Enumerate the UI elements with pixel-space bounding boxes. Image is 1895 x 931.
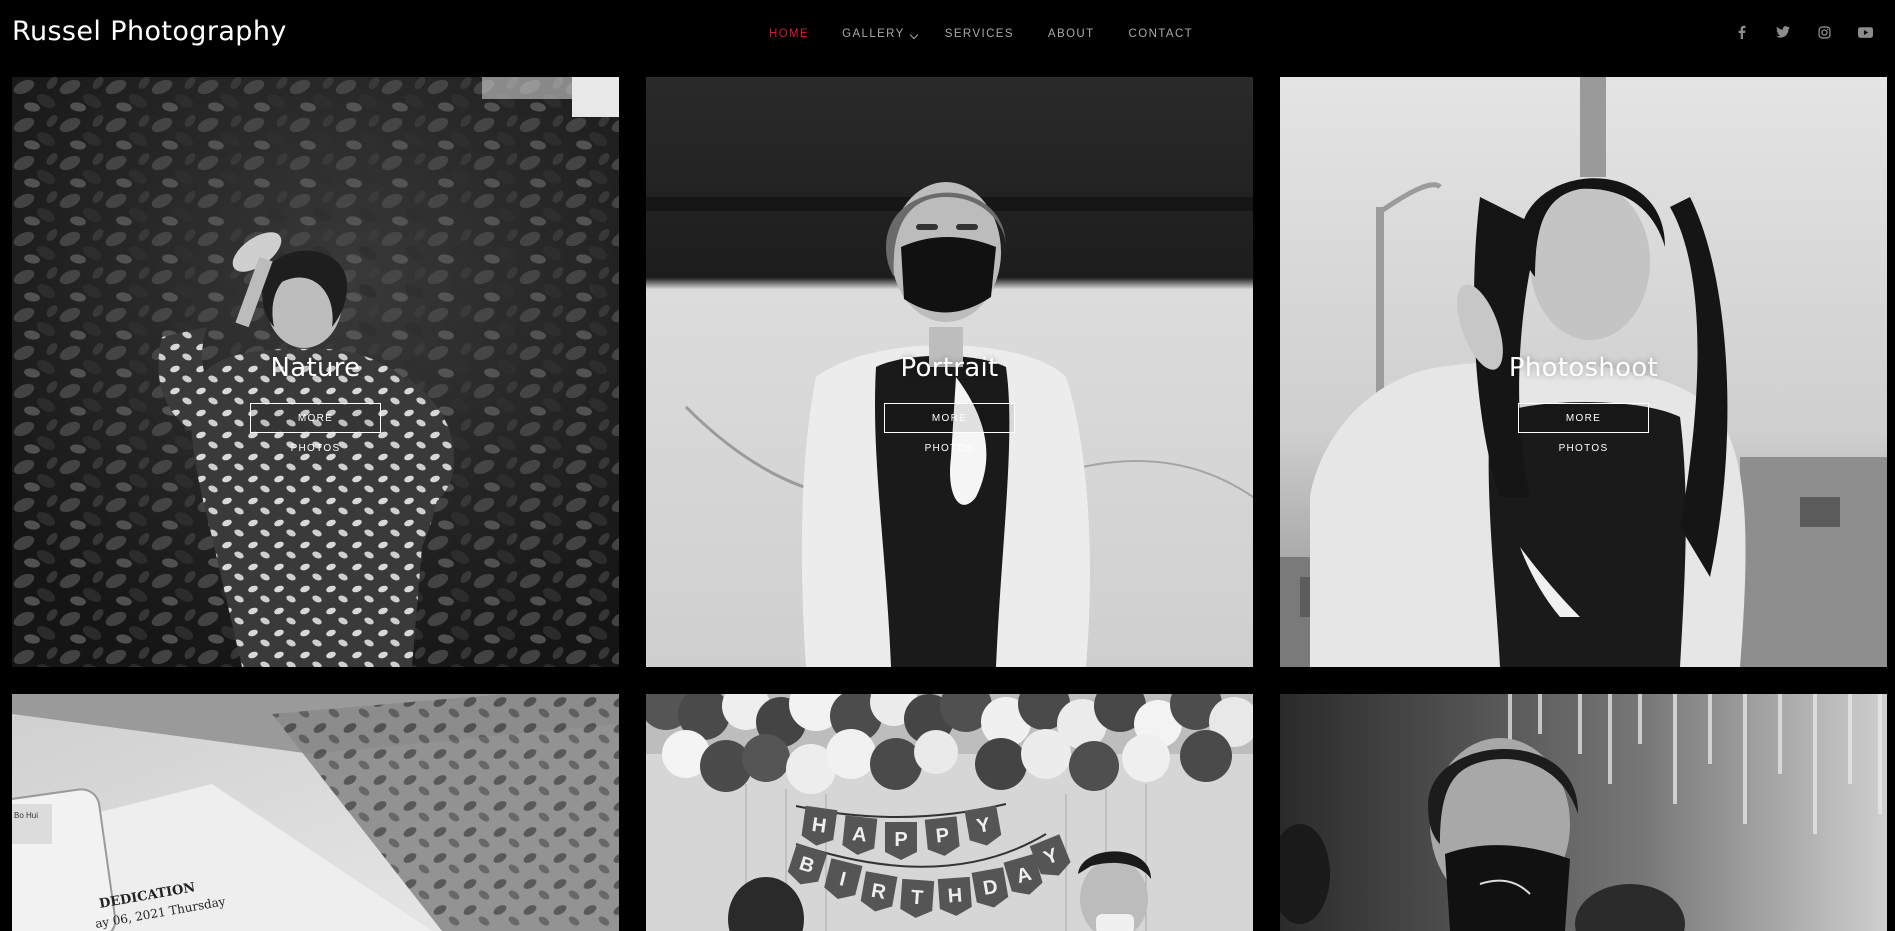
gallery-card-photoshoot[interactable]: Photoshoot MORE PHOTOS <box>1280 77 1887 667</box>
facebook-icon <box>1738 25 1745 39</box>
gallery-card-birthday[interactable]: H A P P Y B I R T H D A Y <box>646 694 1253 931</box>
nav-item-contact[interactable]: CONTACT <box>1129 28 1194 40</box>
banner-letter: P <box>935 824 951 847</box>
nav-label-contact: CONTACT <box>1128 28 1194 40</box>
main-nav: HOME GALLERY SERVICES ABOUT CONTACT <box>769 25 1193 43</box>
card-title-portrait: Portrait <box>900 353 999 383</box>
instagram-icon <box>1817 25 1831 39</box>
birthday-photo: H A P P Y B I R T H D A Y <box>646 694 1253 931</box>
event-photo <box>1280 694 1887 931</box>
nav-item-home[interactable]: HOME <box>769 28 809 40</box>
nav-item-gallery[interactable]: GALLERY <box>842 28 919 40</box>
banner-letter: H <box>947 884 963 907</box>
more-photos-button[interactable]: MORE PHOTOS <box>250 403 381 454</box>
gallery-card-nature[interactable]: Nature MORE PHOTOS <box>12 77 619 667</box>
nav-item-services[interactable]: SERVICES <box>945 28 1014 40</box>
nav-label-services: SERVICES <box>944 28 1014 40</box>
more-photos-button[interactable]: MORE PHOTOS <box>1518 403 1649 454</box>
banner-letter: T <box>910 887 924 910</box>
nav-label-gallery: GALLERY <box>842 28 905 40</box>
site-logo[interactable]: Russel Photography <box>12 16 287 47</box>
social-links <box>1730 22 1877 42</box>
nav-item-about[interactable]: ABOUT <box>1048 28 1095 40</box>
twitter-icon <box>1775 26 1790 38</box>
card-caption: Nature MORE PHOTOS <box>12 348 619 456</box>
card-caption: Portrait MORE PHOTOS <box>646 348 1253 456</box>
twitter-link[interactable] <box>1772 22 1794 42</box>
page: Russel Photography HOME GALLERY SERVICES… <box>0 0 1895 931</box>
banner-letter: H <box>810 814 827 838</box>
youtube-link[interactable] <box>1855 22 1877 42</box>
card-caption: Photoshoot MORE PHOTOS <box>1280 348 1887 456</box>
gallery-card-event[interactable] <box>1280 694 1887 931</box>
chevron-down-icon <box>909 30 919 39</box>
facebook-link[interactable] <box>1730 22 1752 42</box>
nav-label-home: HOME <box>769 28 810 40</box>
site-header: Russel Photography HOME GALLERY SERVICES… <box>0 0 1895 68</box>
instagram-link[interactable] <box>1813 22 1835 42</box>
card-title-nature: Nature <box>270 353 361 383</box>
banner-letter: A <box>851 823 868 846</box>
more-photos-button[interactable]: MORE PHOTOS <box>884 403 1015 454</box>
gallery-card-portrait[interactable]: Portrait MORE PHOTOS <box>646 77 1253 667</box>
banner-letter: P <box>894 829 907 851</box>
dedication-photo: Bo Hui DEDICATION ay 06, 2021 Thursday <box>12 694 619 931</box>
label-text: Bo Hui <box>14 811 38 820</box>
youtube-icon <box>1858 26 1873 38</box>
nav-label-about: ABOUT <box>1047 28 1095 40</box>
gallery-card-dedication[interactable]: Bo Hui DEDICATION ay 06, 2021 Thursday <box>12 694 619 931</box>
card-title-photoshoot: Photoshoot <box>1508 353 1659 383</box>
